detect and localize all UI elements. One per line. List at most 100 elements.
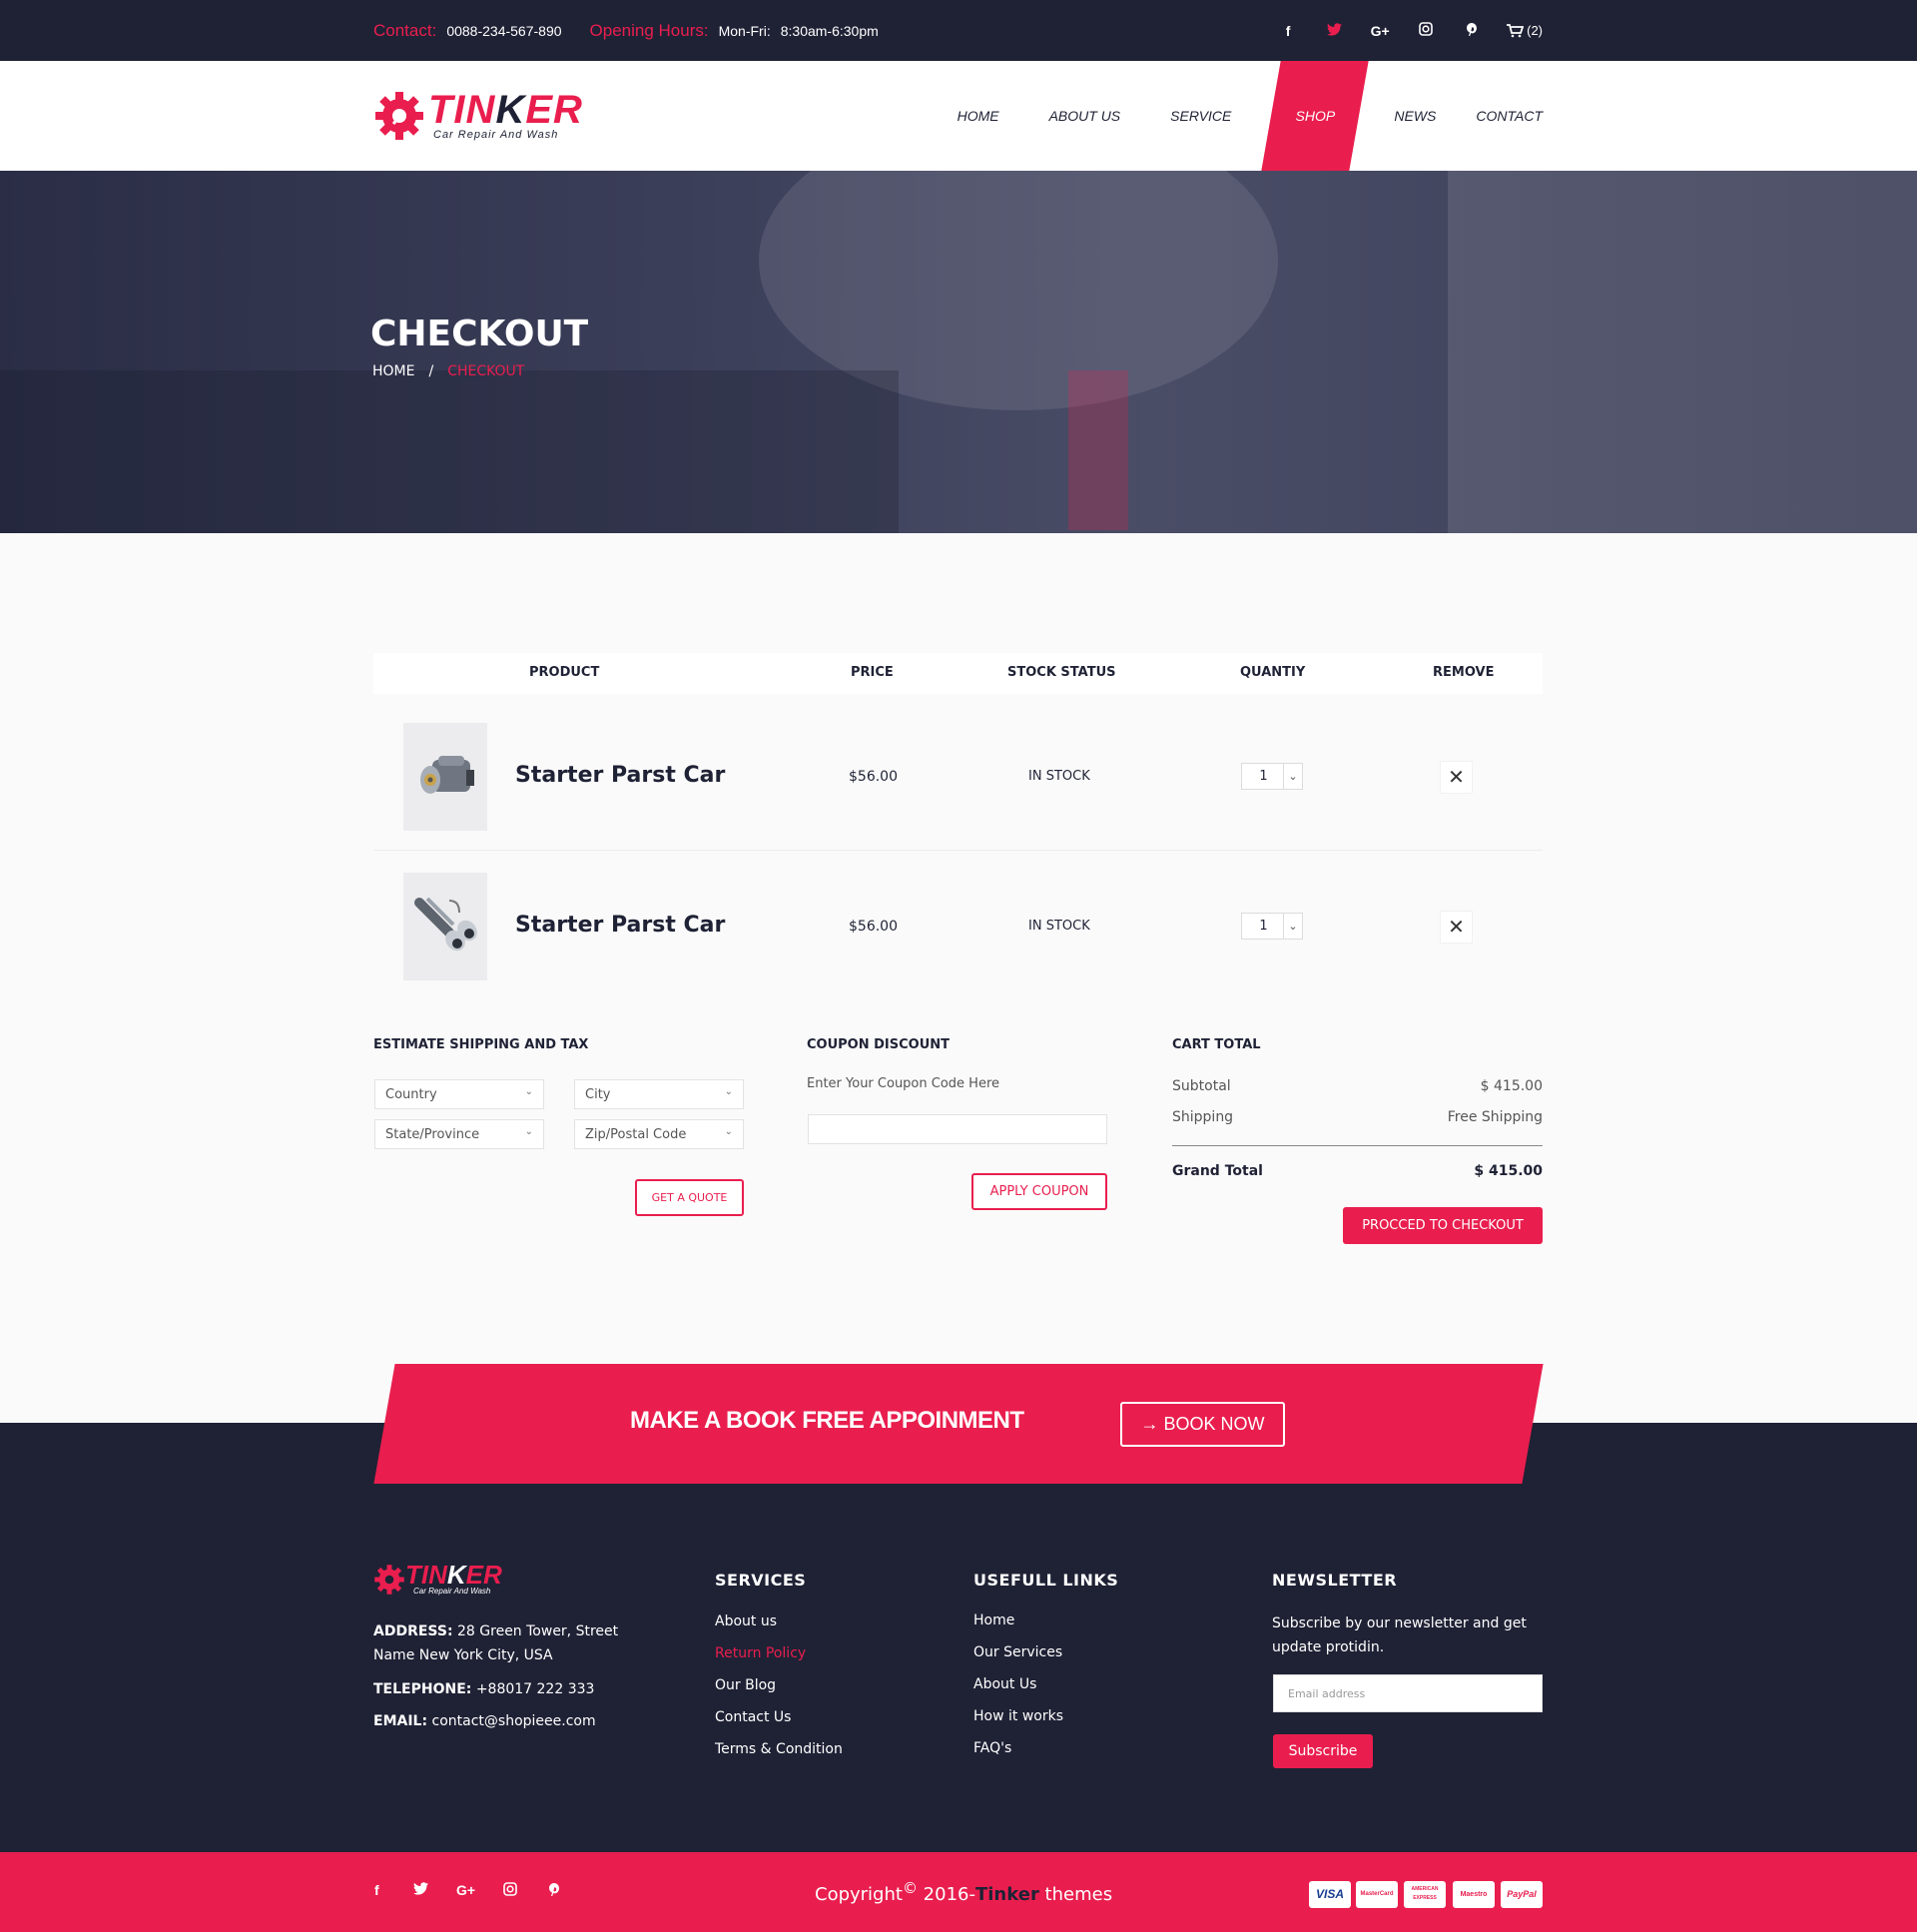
col-product: PRODUCT: [529, 665, 600, 680]
facebook-icon[interactable]: f: [374, 1882, 379, 1898]
nav-news[interactable]: NEWS: [1394, 61, 1436, 171]
remove-item-button[interactable]: ✕: [1440, 911, 1473, 944]
paypal-icon: PayPal: [1501, 1881, 1543, 1908]
stock-status: IN STOCK: [1028, 769, 1090, 784]
useful-links-heading: USEFULL LINKS: [973, 1571, 1119, 1590]
top-bar: Contact: 0088-234-567-890 Opening Hours:…: [0, 0, 1917, 61]
google-plus-icon[interactable]: G+: [456, 1882, 475, 1898]
quantity-value: 1: [1259, 769, 1268, 784]
product-name[interactable]: Starter Parst Car: [515, 913, 725, 938]
breadcrumb-separator: /: [428, 363, 434, 379]
product-thumbnail[interactable]: [403, 873, 487, 980]
breadcrumb-current: CHECKOUT: [447, 363, 525, 379]
nav-contact[interactable]: CONTACT: [1476, 61, 1543, 171]
book-now-button[interactable]: → BOOK NOW: [1120, 1402, 1285, 1447]
stock-status: IN STOCK: [1028, 919, 1090, 934]
newsletter-heading: NEWSLETTER: [1272, 1571, 1398, 1590]
booking-text: MAKE A BOOK FREE APPOINMENT: [630, 1407, 1024, 1434]
product-name[interactable]: Starter Parst Car: [515, 763, 725, 788]
footer-logo[interactable]: TINKER Car Repair And Wash: [373, 1560, 503, 1600]
chevron-down-icon: ⌄: [524, 1126, 533, 1137]
footer-link-about[interactable]: About us: [715, 1613, 777, 1629]
hours-label: Opening Hours:: [589, 20, 709, 40]
hours-days: Mon-Fri:: [718, 22, 771, 39]
nav-shop[interactable]: SHOP: [1271, 61, 1359, 171]
footer-address: ADDRESS: 28 Green Tower, Street Name New …: [373, 1623, 619, 1663]
footer-link-terms[interactable]: Terms & Condition: [715, 1741, 843, 1757]
footer-link-about-us[interactable]: About Us: [973, 1676, 1036, 1692]
instagram-icon[interactable]: [503, 1882, 517, 1899]
footer-link-return[interactable]: Return Policy: [715, 1645, 806, 1661]
footer-link-blog[interactable]: Our Blog: [715, 1677, 776, 1693]
zip-select[interactable]: Zip/Postal Code ⌄: [574, 1119, 744, 1149]
nav-service[interactable]: SERVICE: [1170, 61, 1231, 171]
cart-total-title: CART TOTAL: [1172, 1037, 1261, 1052]
instagram-icon[interactable]: [1415, 22, 1437, 39]
maestro-icon: Maestro: [1453, 1881, 1495, 1908]
totals-divider: [1172, 1145, 1543, 1146]
table-row: Starter Parst Car $56.00 IN STOCK 1 ⌄ ✕: [373, 703, 1543, 851]
footer-link-faq[interactable]: FAQ's: [973, 1740, 1011, 1756]
grand-total-row: Grand Total $ 415.00: [1172, 1163, 1543, 1179]
state-select[interactable]: State/Province ⌄: [374, 1119, 544, 1149]
subtotal-row: Subtotal $ 415.00: [1172, 1078, 1543, 1094]
grand-total-value: $ 415.00: [1474, 1163, 1543, 1179]
chevron-down-icon: ⌄: [524, 1086, 533, 1097]
twitter-icon[interactable]: [413, 1882, 428, 1898]
chevron-down-icon[interactable]: ⌄: [1283, 914, 1302, 939]
city-select[interactable]: City ⌄: [574, 1079, 744, 1109]
proceed-checkout-button[interactable]: PROCCED TO CHECKOUT: [1343, 1207, 1543, 1244]
footer-link-contact[interactable]: Contact Us: [715, 1709, 791, 1725]
nav-home[interactable]: HOME: [958, 61, 999, 171]
col-stock: STOCK STATUS: [1007, 665, 1116, 680]
footer-link-home[interactable]: Home: [973, 1612, 1014, 1628]
cart-link[interactable]: (2): [1507, 23, 1543, 38]
country-select[interactable]: Country ⌄: [374, 1079, 544, 1109]
pinterest-icon[interactable]: [1461, 22, 1483, 40]
footer-email: EMAIL: contact@shopieee.com: [373, 1713, 596, 1729]
main-header: TINKER Car Repair And Wash HOME ABOUT US…: [0, 61, 1917, 171]
hours-time: 8:30am-6:30pm: [780, 22, 879, 39]
nav-about-us[interactable]: ABOUT US: [1049, 61, 1121, 171]
footer: [0, 1423, 1917, 1852]
twitter-icon[interactable]: [1323, 22, 1345, 39]
logo-wordmark: TINKER: [428, 88, 583, 132]
remove-item-button[interactable]: ✕: [1440, 761, 1473, 794]
shipping-row: Shipping Free Shipping: [1172, 1109, 1543, 1125]
footer-link-services[interactable]: Our Services: [973, 1644, 1062, 1660]
logo-tagline: Car Repair And Wash: [433, 129, 559, 141]
product-price: $56.00: [849, 919, 898, 935]
quantity-select[interactable]: 1 ⌄: [1241, 763, 1303, 790]
gear-wrench-icon: [375, 92, 423, 140]
main-nav: HOME ABOUT US SERVICE SHOP NEWS CONTACT: [908, 61, 1543, 171]
contact-label: Contact:: [373, 20, 437, 40]
cart-table-header: PRODUCT PRICE STOCK STATUS QUANTIY REMOV…: [373, 653, 1543, 694]
quantity-select[interactable]: 1 ⌄: [1241, 913, 1303, 940]
chevron-down-icon: ⌄: [724, 1086, 733, 1097]
close-icon: ✕: [1448, 915, 1465, 939]
breadcrumb-home[interactable]: HOME: [372, 363, 414, 379]
site-logo[interactable]: TINKER Car Repair And Wash: [373, 87, 583, 145]
apply-coupon-button[interactable]: APPLY COUPON: [971, 1173, 1107, 1210]
contact-phone[interactable]: 0088-234-567-890: [446, 23, 561, 39]
footer-logo-tagline: Car Repair And Wash: [413, 1587, 491, 1596]
copyright-text: Copyright© 2016-Tinker themes: [815, 1879, 1113, 1905]
chevron-down-icon[interactable]: ⌄: [1283, 764, 1302, 789]
quantity-value: 1: [1259, 919, 1268, 934]
facebook-icon[interactable]: f: [1277, 23, 1299, 39]
col-remove: REMOVE: [1433, 665, 1495, 680]
visa-icon: VISA: [1309, 1881, 1351, 1908]
newsletter-email-input[interactable]: Email address: [1273, 1674, 1543, 1712]
pinterest-icon[interactable]: [548, 1882, 560, 1900]
subscribe-button[interactable]: Subscribe: [1273, 1734, 1373, 1768]
footer-link-how[interactable]: How it works: [973, 1708, 1063, 1724]
amex-icon: AMERICAN EXPRESS: [1404, 1881, 1446, 1908]
product-thumbnail[interactable]: [403, 723, 487, 831]
grand-total-label: Grand Total: [1172, 1163, 1263, 1179]
page-title: CHECKOUT: [370, 314, 589, 354]
coupon-input[interactable]: [808, 1114, 1107, 1144]
services-heading: SERVICES: [715, 1571, 807, 1590]
col-quantity: QUANTIY: [1240, 665, 1306, 680]
get-quote-button[interactable]: GET A QUOTE: [635, 1179, 744, 1216]
google-plus-icon[interactable]: G+: [1369, 23, 1391, 39]
